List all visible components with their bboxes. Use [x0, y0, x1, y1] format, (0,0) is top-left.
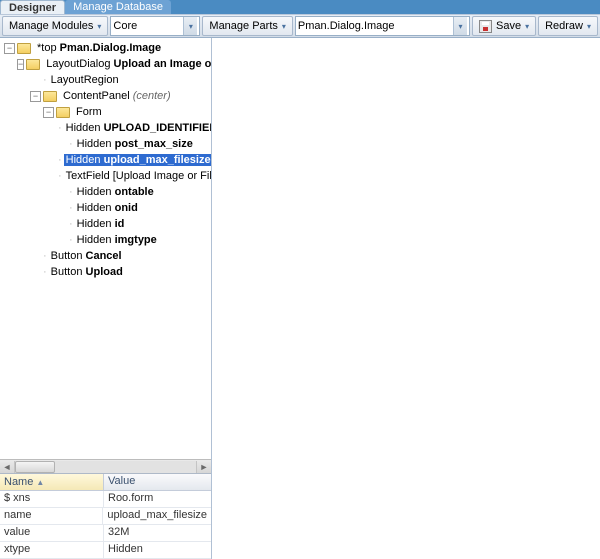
- workarea: − *top Pman.Dialog.Image − LayoutDialog …: [0, 38, 600, 559]
- manage-parts-label: Manage Parts: [209, 20, 277, 32]
- design-canvas[interactable]: [212, 38, 600, 559]
- save-button[interactable]: Save ▾: [472, 16, 536, 36]
- scroll-left-icon[interactable]: ◄: [0, 462, 14, 472]
- folder-icon: [17, 43, 31, 54]
- property-name-cell: name: [0, 508, 103, 524]
- tree-node-label: Hidden imgtype: [75, 234, 159, 246]
- chevron-down-icon: ▾: [97, 22, 101, 31]
- tree-node-button-upload[interactable]: · Button Upload: [4, 264, 211, 280]
- manage-modules-button[interactable]: Manage Modules ▾: [2, 16, 108, 36]
- sidebar: − *top Pman.Dialog.Image − LayoutDialog …: [0, 38, 212, 559]
- tree-node-content-panel[interactable]: − ContentPanel (center): [4, 88, 211, 104]
- horizontal-scrollbar[interactable]: ◄ ►: [0, 459, 211, 473]
- property-row[interactable]: $ xnsRoo.form: [0, 491, 211, 508]
- tree-node-label: Button Upload: [49, 266, 125, 278]
- chevron-down-icon[interactable]: ▾: [183, 17, 197, 35]
- chevron-down-icon: ▾: [525, 22, 529, 31]
- sort-asc-icon: ▲: [36, 478, 44, 487]
- chevron-down-icon: ▾: [282, 22, 286, 31]
- tree-node-form-item[interactable]: ·Hidden UPLOAD_IDENTIFIER: [4, 120, 211, 136]
- file-combo[interactable]: Pman.Dialog.Image ▾: [295, 16, 470, 36]
- scroll-thumb[interactable]: [15, 461, 55, 473]
- property-name-cell: $ xns: [0, 491, 104, 507]
- property-grid: Name▲ Value $ xnsRoo.formnameupload_max_…: [0, 473, 211, 559]
- tree-spacer: [30, 267, 41, 278]
- tree-node-button-cancel[interactable]: · Button Cancel: [4, 248, 211, 264]
- redraw-label: Redraw: [545, 20, 583, 32]
- tree-node-form-item[interactable]: ·Hidden post_max_size: [4, 136, 211, 152]
- tree-node-form-item[interactable]: ·Hidden id: [4, 216, 211, 232]
- tree-node-label: Hidden onid: [75, 202, 140, 214]
- component-tree: − *top Pman.Dialog.Image − LayoutDialog …: [0, 38, 211, 459]
- property-row[interactable]: nameupload_max_filesize: [0, 508, 211, 525]
- chevron-down-icon[interactable]: ▾: [453, 17, 467, 35]
- toolbar: Manage Modules ▾ Core ▾ Manage Parts ▾ P…: [0, 14, 600, 38]
- property-row[interactable]: value32M: [0, 525, 211, 542]
- collapse-icon[interactable]: −: [30, 91, 41, 102]
- tree-node-form-item[interactable]: ·Hidden imgtype: [4, 232, 211, 248]
- folder-icon: [26, 59, 40, 70]
- tree-node-label: ContentPanel (center): [61, 90, 173, 102]
- scroll-right-icon[interactable]: ►: [197, 462, 211, 472]
- tab-bar: Designer Manage Database: [0, 0, 600, 14]
- tree-node-layout-dialog[interactable]: − LayoutDialog Upload an Image or File: [4, 56, 211, 72]
- tree-node-label: Hidden upload_max_filesize: [64, 154, 211, 166]
- tree-spacer: [56, 139, 67, 150]
- tree-node-label: *top Pman.Dialog.Image: [35, 42, 163, 54]
- module-combo-value: Core: [113, 20, 183, 32]
- collapse-icon[interactable]: −: [4, 43, 15, 54]
- manage-parts-button[interactable]: Manage Parts ▾: [202, 16, 293, 36]
- tree-node-label: Form: [74, 106, 104, 118]
- collapse-icon[interactable]: −: [43, 107, 54, 118]
- tree-node-layout-region[interactable]: · LayoutRegion: [4, 72, 211, 88]
- tree-node-form-item[interactable]: ·TextField [Upload Image or File] ima: [4, 168, 211, 184]
- tree-node-form[interactable]: − Form: [4, 104, 211, 120]
- file-combo-value: Pman.Dialog.Image: [298, 20, 453, 32]
- redraw-button[interactable]: Redraw ▾: [538, 16, 598, 36]
- property-row[interactable]: xtypeHidden: [0, 542, 211, 559]
- chevron-down-icon: ▾: [587, 22, 591, 31]
- floppy-disk-icon: [479, 20, 492, 33]
- manage-modules-label: Manage Modules: [9, 20, 93, 32]
- tree-node-label: TextField [Upload Image or File] ima: [64, 170, 211, 182]
- property-grid-header-value[interactable]: Value: [104, 474, 139, 490]
- property-grid-header: Name▲ Value: [0, 474, 211, 491]
- tree-node-form-item[interactable]: ·Hidden ontable: [4, 184, 211, 200]
- tree-node-top[interactable]: − *top Pman.Dialog.Image: [4, 40, 211, 56]
- property-value-cell[interactable]: 32M: [104, 525, 133, 541]
- property-grid-header-name[interactable]: Name▲: [0, 474, 104, 490]
- tree-spacer: [30, 251, 41, 262]
- tree-spacer: [56, 187, 67, 198]
- tree-node-label: Hidden ontable: [75, 186, 156, 198]
- tree-node-label: LayoutDialog Upload an Image or File: [44, 58, 211, 70]
- tree-spacer: [56, 235, 67, 246]
- tree-spacer: [30, 75, 41, 86]
- folder-icon: [43, 91, 57, 102]
- module-combo[interactable]: Core ▾: [110, 16, 200, 36]
- folder-icon: [56, 107, 70, 118]
- tree-spacer: [56, 219, 67, 230]
- property-value-cell[interactable]: Roo.form: [104, 491, 157, 507]
- property-name-cell: value: [0, 525, 104, 541]
- save-label: Save: [496, 20, 521, 32]
- tree-spacer: [56, 203, 67, 214]
- tree-node-form-item[interactable]: ·Hidden onid: [4, 200, 211, 216]
- tab-designer[interactable]: Designer: [0, 0, 65, 14]
- tree-node-label: LayoutRegion: [49, 74, 121, 86]
- property-value-cell[interactable]: Hidden: [104, 542, 147, 558]
- tree-node-label: Button Cancel: [49, 250, 124, 262]
- property-value-cell[interactable]: upload_max_filesize: [103, 508, 211, 524]
- collapse-icon[interactable]: −: [17, 59, 24, 70]
- property-name-cell: xtype: [0, 542, 104, 558]
- tree-node-form-item[interactable]: ·Hidden upload_max_filesize: [4, 152, 211, 168]
- tab-manage-database[interactable]: Manage Database: [65, 0, 171, 14]
- tree-node-label: Hidden id: [75, 218, 127, 230]
- scroll-track[interactable]: [14, 461, 197, 473]
- tree-node-label: Hidden UPLOAD_IDENTIFIER: [64, 122, 211, 134]
- tree-node-label: Hidden post_max_size: [75, 138, 195, 150]
